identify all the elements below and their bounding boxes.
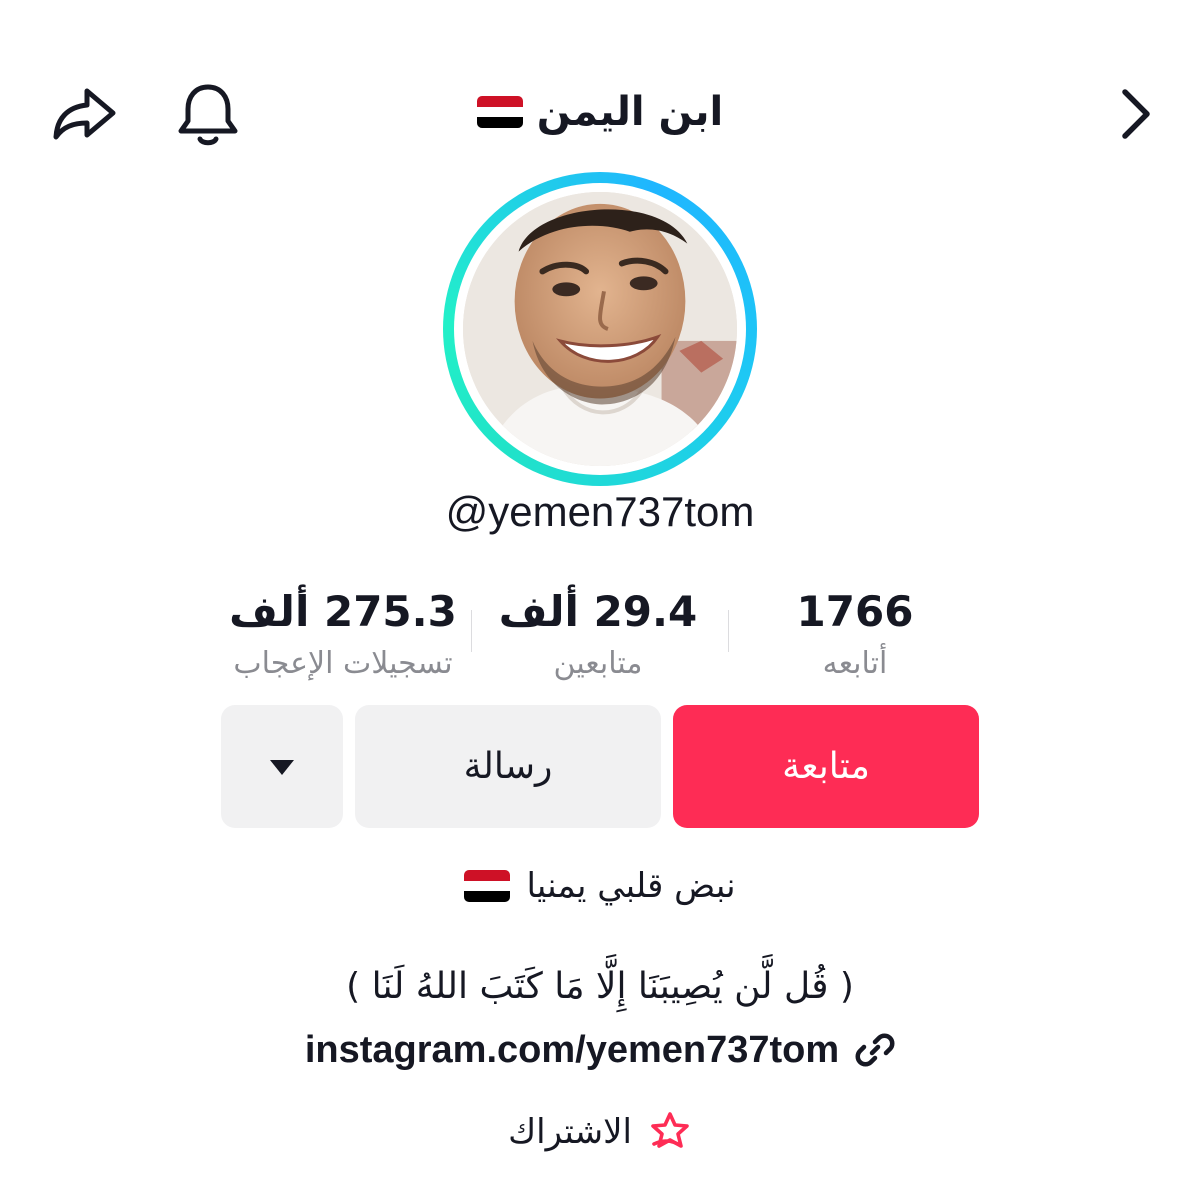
following-count: 1766: [796, 587, 914, 636]
yemen-flag-icon: [464, 870, 511, 902]
followers-stat[interactable]: 29.4 ألف متابعين: [468, 586, 728, 681]
follow-button-label: متابعة: [782, 746, 870, 787]
likes-label: تسجيلات الإعجاب: [233, 646, 453, 681]
avatar-ring[interactable]: [443, 172, 757, 486]
subscribe-star-icon: [651, 1112, 689, 1148]
message-button[interactable]: رسالة: [355, 705, 661, 828]
bio-text: نبض قلبي يمنيا: [526, 866, 736, 906]
likes-stat[interactable]: 275.3 ألف تسجيلات الإعجاب: [213, 586, 473, 681]
stat-divider: [728, 610, 729, 652]
profile-handle: @yemen737tom: [445, 488, 755, 535]
likes-count: 275.3 ألف: [229, 587, 457, 636]
followers-label: متابعين: [553, 646, 643, 681]
avatar-photo: [463, 192, 737, 466]
chevron-right-icon[interactable]: [1094, 74, 1174, 154]
bio-verse-text: ( قُل لَّن يُصِيبَنَا إِلَّا مَا كَتَبَ …: [346, 965, 854, 1007]
follow-button[interactable]: متابعة: [673, 705, 979, 828]
following-label: أتابعه: [822, 646, 888, 681]
profile-title: ابن اليمن: [360, 82, 840, 142]
yemen-flag-icon: [476, 96, 523, 128]
bio-line: نبض قلبي يمنيا: [100, 860, 1100, 912]
link-icon: [855, 1033, 895, 1067]
avatar[interactable]: [463, 192, 737, 466]
more-options-button[interactable]: [221, 705, 343, 828]
subscribe-label[interactable]: الاشتراك: [508, 1112, 632, 1152]
instagram-link[interactable]: instagram.com/yemen737tom: [305, 1029, 839, 1072]
bio-verse: ( قُل لَّن يُصِيبَنَا إِلَّا مَا كَتَبَ …: [100, 958, 1100, 1014]
subscribe-row[interactable]: الاشتراك: [100, 1106, 1100, 1158]
bell-icon[interactable]: [168, 74, 248, 154]
followers-count: 29.4 ألف: [498, 587, 698, 636]
profile-display-name: ابن اليمن: [536, 89, 724, 135]
profile-page: ابن اليمن @yemen737tom 1766 أتابعه 29.4 …: [0, 0, 1200, 1181]
share-icon[interactable]: [44, 74, 124, 154]
following-stat[interactable]: 1766 أتابعه: [725, 586, 985, 681]
caret-down-icon: [270, 759, 294, 775]
bio-link[interactable]: instagram.com/yemen737tom: [100, 1022, 1100, 1078]
message-button-label: رسالة: [463, 746, 553, 787]
